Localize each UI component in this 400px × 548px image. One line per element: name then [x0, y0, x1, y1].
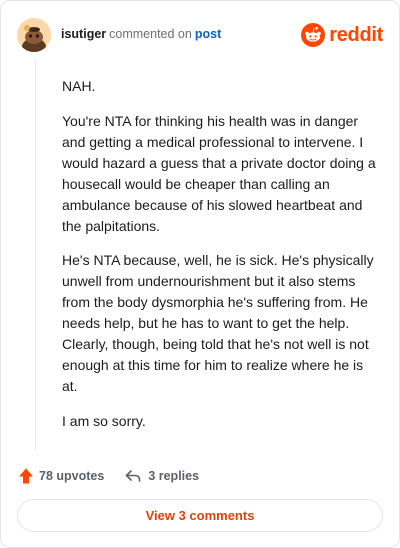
user-avatar[interactable]: [17, 18, 51, 52]
reddit-logo-icon: [301, 23, 326, 47]
comment-body: NAH. You're NTA for thinking his health …: [62, 76, 380, 445]
username[interactable]: isutiger: [61, 27, 106, 41]
post-link[interactable]: post: [195, 27, 221, 41]
replies-button[interactable]: 3 replies: [104, 467, 199, 485]
comment-actions: 78 upvotes 3 replies: [17, 465, 199, 487]
reply-arrow-icon: [126, 470, 141, 482]
upvote-button[interactable]: 78 upvotes: [17, 467, 104, 485]
snoo-avatar-icon: [17, 18, 51, 52]
comment-header: isutiger commented on post reddit: [17, 18, 383, 52]
comment-paragraph: I am so sorry.: [62, 412, 146, 429]
thread-line[interactable]: [35, 59, 36, 451]
replies-count: 3 replies: [148, 469, 200, 483]
upvote-count: 78 upvotes: [39, 469, 105, 483]
reddit-wordmark: reddit: [329, 23, 383, 46]
comment-paragraph: He's NTA because, well, he is sick. He's…: [62, 252, 374, 394]
reddit-brand[interactable]: reddit: [301, 22, 383, 48]
comment-paragraph: NAH.: [62, 78, 96, 94]
comment-paragraph: You're NTA for thinking his health was i…: [62, 112, 376, 234]
comment-card: isutiger commented on post reddit NAH. You…: [0, 0, 400, 548]
upvote-arrow-icon: [19, 468, 33, 484]
commented-on-text: commented on: [109, 27, 192, 41]
comment-meta: isutiger commented on post: [61, 27, 221, 41]
view-comments-button[interactable]: View 3 comments: [17, 499, 383, 532]
